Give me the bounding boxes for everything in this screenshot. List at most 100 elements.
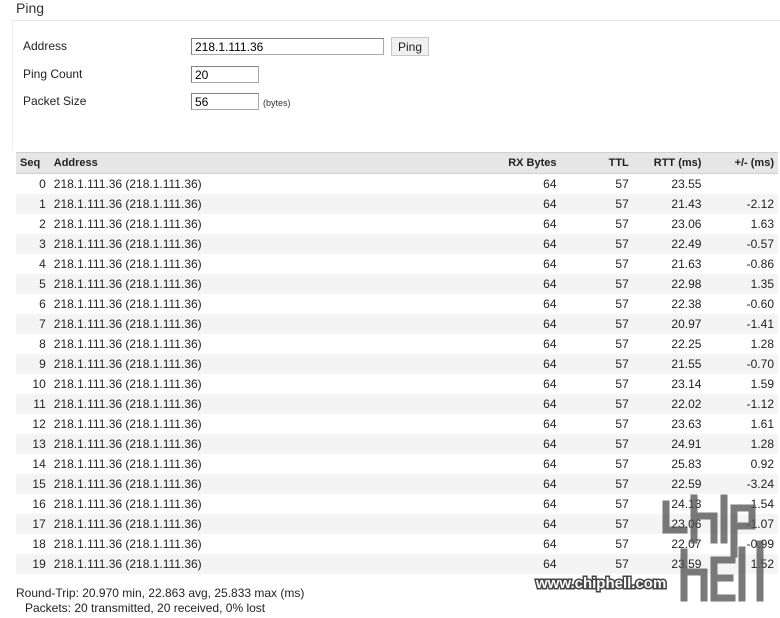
row-seq: 14 bbox=[32, 457, 46, 471]
row-address: 218.1.111.36 (218.1.111.36) bbox=[49, 314, 463, 334]
row-rx-bytes: 64 bbox=[543, 417, 557, 431]
row-ttl: 57 bbox=[560, 194, 633, 214]
row-seq: 18 bbox=[32, 537, 46, 551]
row-ttl: 57 bbox=[615, 537, 629, 551]
table-row: 3 218.1.111.36 (218.1.111.36) 64 57 22.49 -0.… bbox=[16, 234, 778, 254]
row-diff: -3.24 bbox=[705, 474, 778, 494]
row-ttl: 57 bbox=[615, 457, 629, 471]
address-label: Address bbox=[23, 39, 68, 53]
table-row: 13 218.1.111.36 (218.1.111.36) 64 57 24.91 1.… bbox=[16, 434, 778, 454]
header-ttl: TTL bbox=[560, 152, 633, 174]
row-ttl: 57 bbox=[615, 257, 629, 271]
packet-size-units: (bytes) bbox=[263, 98, 291, 108]
packets-summary: Packets: 20 transmitted, 20 received, 0%… bbox=[25, 601, 266, 615]
row-rtt: 22.59 bbox=[632, 474, 706, 494]
row-rtt: 21.63 bbox=[671, 257, 702, 271]
row-rtt: 25.83 bbox=[671, 457, 702, 471]
header-address: Address bbox=[49, 152, 463, 174]
ping-button[interactable]: Ping bbox=[391, 37, 430, 56]
header-rtt: RTT (ms) bbox=[632, 152, 706, 174]
row-ttl: 57 bbox=[560, 234, 633, 254]
row-diff: 0.92 bbox=[750, 457, 774, 471]
row-seq: 15 bbox=[16, 474, 50, 494]
table-row: 4 218.1.111.36 (218.1.111.36) 64 57 21.63 -0.… bbox=[16, 254, 778, 274]
row-address: 218.1.111.36 (218.1.111.36) bbox=[53, 297, 202, 311]
row-rx-bytes: 64 bbox=[462, 194, 561, 214]
table-row: 6 218.1.111.36 (218.1.111.36) 64 57 22.38 -0.… bbox=[16, 294, 778, 314]
row-address: 218.1.111.36 (218.1.111.36) bbox=[53, 497, 202, 511]
row-ttl: 57 bbox=[560, 554, 633, 574]
row-rx-bytes: 64 bbox=[543, 497, 557, 511]
row-address: 218.1.111.36 (218.1.111.36) bbox=[49, 514, 463, 534]
row-seq: 19 bbox=[16, 554, 50, 574]
row-diff: -2.12 bbox=[705, 194, 778, 214]
row-diff: 1.54 bbox=[750, 497, 774, 511]
row-ttl: 57 bbox=[615, 177, 629, 191]
table-row: 0 218.1.111.36 (218.1.111.36) 64 57 23.55 bbox=[16, 174, 778, 195]
row-rtt: 23.55 bbox=[671, 177, 702, 191]
table-row: 1 218.1.111.36 (218.1.111.36) 64 57 21.43 -2.… bbox=[16, 194, 778, 214]
row-rx-bytes: 64 bbox=[462, 354, 561, 374]
row-diff: -0.99 bbox=[746, 537, 774, 551]
section-title: Ping bbox=[16, 0, 45, 16]
row-diff: -0.70 bbox=[705, 354, 778, 374]
row-seq: 1 bbox=[16, 194, 50, 214]
row-rtt: 23.14 bbox=[671, 377, 702, 391]
table-row: 18 218.1.111.36 (218.1.111.36) 64 57 22.07 -0… bbox=[16, 534, 778, 554]
header-seq: Seq bbox=[16, 152, 50, 174]
row-rx-bytes: 64 bbox=[543, 217, 557, 231]
row-rtt: 23.06 bbox=[671, 217, 702, 231]
row-rtt: 23.06 bbox=[632, 514, 706, 534]
row-rx-bytes: 64 bbox=[462, 394, 561, 414]
row-address: 218.1.111.36 (218.1.111.36) bbox=[49, 434, 463, 454]
row-rtt: 23.59 bbox=[632, 554, 706, 574]
row-diff: -0.86 bbox=[746, 257, 774, 271]
row-address: 218.1.111.36 (218.1.111.36) bbox=[53, 337, 202, 351]
table-header-row: Seq Address RX Bytes TTL RTT (ms) +/- (m… bbox=[16, 152, 778, 174]
row-ttl: 57 bbox=[560, 514, 633, 534]
header-rx-bytes: RX Bytes bbox=[462, 152, 561, 174]
row-seq: 10 bbox=[32, 377, 46, 391]
row-rx-bytes: 64 bbox=[462, 514, 561, 534]
table-row: 10 218.1.111.36 (218.1.111.36) 64 57 23.14 1.… bbox=[16, 374, 778, 394]
row-rx-bytes: 64 bbox=[543, 377, 557, 391]
row-seq: 12 bbox=[32, 417, 46, 431]
row-diff: 1.61 bbox=[750, 417, 774, 431]
row-rx-bytes: 64 bbox=[543, 337, 557, 351]
packet-size-input[interactable] bbox=[191, 93, 259, 110]
row-ttl: 57 bbox=[560, 434, 633, 454]
row-address: 218.1.111.36 (218.1.111.36) bbox=[53, 377, 202, 391]
row-diff: 1.52 bbox=[705, 554, 778, 574]
row-rx-bytes: 64 bbox=[462, 434, 561, 454]
row-rx-bytes: 64 bbox=[462, 474, 561, 494]
row-ttl: 57 bbox=[615, 377, 629, 391]
row-seq: 7 bbox=[16, 314, 50, 334]
title-divider bbox=[12, 20, 780, 21]
table-row: 7 218.1.111.36 (218.1.111.36) 64 57 20.97 -1.… bbox=[16, 314, 778, 334]
row-rx-bytes: 64 bbox=[543, 457, 557, 471]
row-rtt: 22.25 bbox=[671, 337, 702, 351]
row-ttl: 57 bbox=[615, 337, 629, 351]
row-seq: 5 bbox=[16, 274, 50, 294]
row-rtt: 22.07 bbox=[671, 537, 702, 551]
row-diff: 1.59 bbox=[750, 377, 774, 391]
row-rtt: 21.55 bbox=[632, 354, 706, 374]
row-seq: 13 bbox=[16, 434, 50, 454]
row-rtt: 22.38 bbox=[671, 297, 702, 311]
row-rx-bytes: 64 bbox=[543, 537, 557, 551]
ping-count-input[interactable] bbox=[191, 66, 259, 83]
round-trip-summary: Round-Trip: 20.970 min, 22.863 avg, 25.8… bbox=[16, 586, 305, 600]
row-diff: 1.35 bbox=[705, 274, 778, 294]
table-row: 15 218.1.111.36 (218.1.111.36) 64 57 22.59 -3… bbox=[16, 474, 778, 494]
row-ttl: 57 bbox=[615, 497, 629, 511]
header-diff: +/- (ms) bbox=[705, 152, 778, 174]
row-ttl: 57 bbox=[615, 297, 629, 311]
row-seq: 16 bbox=[32, 497, 46, 511]
row-ttl: 57 bbox=[560, 314, 633, 334]
row-rx-bytes: 64 bbox=[543, 297, 557, 311]
row-diff: 1.63 bbox=[750, 217, 774, 231]
row-rtt: 21.43 bbox=[632, 194, 706, 214]
row-seq: 8 bbox=[39, 337, 46, 351]
address-input[interactable] bbox=[191, 38, 384, 55]
row-ttl: 57 bbox=[615, 217, 629, 231]
